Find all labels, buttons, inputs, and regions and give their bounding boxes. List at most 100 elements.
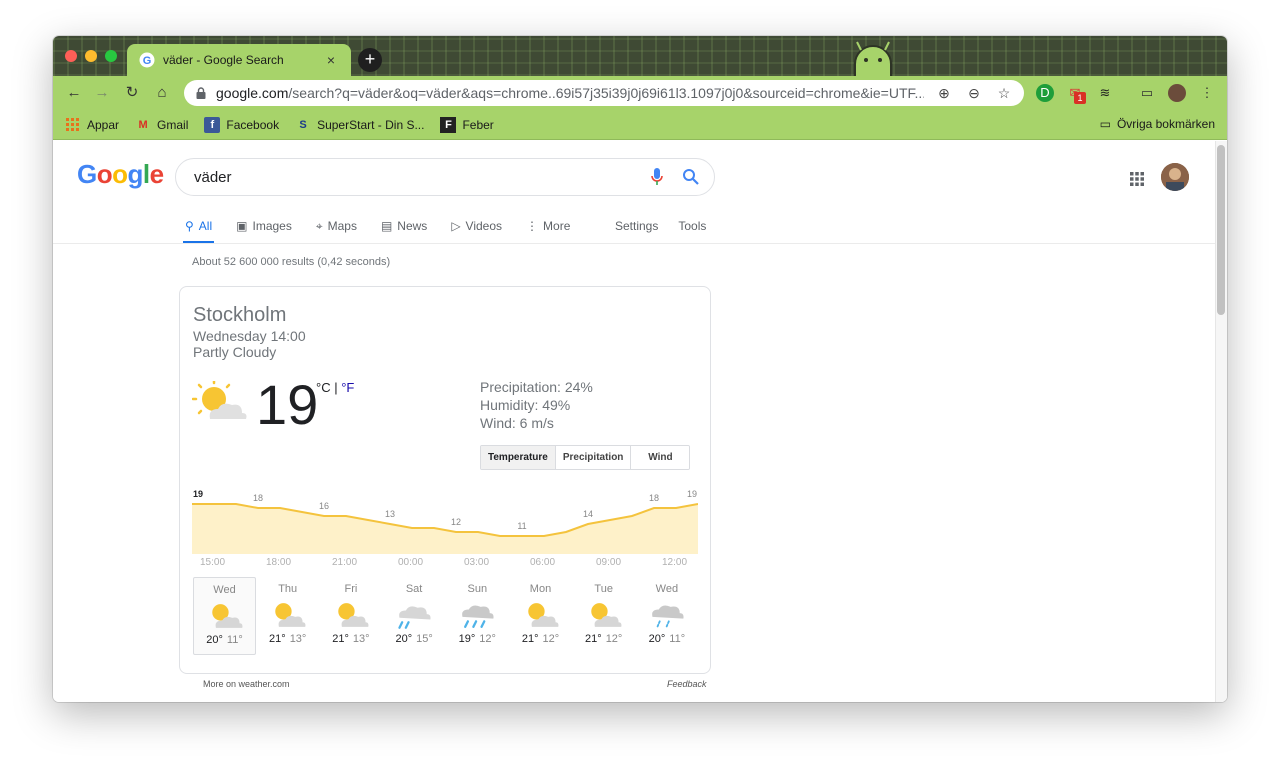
forecast-low: 12°	[542, 633, 560, 645]
scrollbar-thumb[interactable]	[1217, 145, 1225, 315]
tab-close-icon[interactable]: ×	[323, 52, 339, 68]
daily-forecast: Wed 20° 11° Thu 21° 13° Fri 21° 13° Sat 20° 15° Sun 1…	[193, 577, 699, 655]
search-icon[interactable]	[682, 168, 700, 186]
weather-time: Wednesday 14:00	[193, 328, 306, 344]
weather-details: Precipitation: 24% Humidity: 49% Wind: 6…	[480, 378, 593, 432]
hour-tick-label: 12:00	[662, 557, 688, 568]
unit-celsius[interactable]: °C	[316, 380, 331, 395]
google-favicon-icon: G	[139, 52, 155, 68]
bookmark-facebook[interactable]: f Facebook	[204, 116, 279, 133]
location-icon[interactable]: ⊕	[934, 83, 954, 103]
tab-videos[interactable]: ▷ Videos	[449, 211, 504, 241]
partly-cloudy-icon	[590, 603, 622, 627]
browser-window: G väder - Google Search × + ← → ↻ ⌂ goog…	[53, 36, 1227, 702]
forecast-day-name: Tue	[594, 583, 613, 595]
tab-more[interactable]: ⋮ More	[524, 211, 572, 241]
weather-source-link[interactable]: More on weather.com	[203, 679, 290, 689]
weather-location: Stockholm	[193, 304, 287, 326]
forecast-day[interactable]: Wed 20° 11°	[635, 577, 698, 655]
forecast-temps: 20° 15°	[383, 633, 446, 645]
bookmark-label: Appar	[87, 117, 120, 132]
maximize-window-button[interactable]	[105, 50, 117, 62]
svg-text:G: G	[143, 55, 152, 67]
temperature-button[interactable]: Temperature	[481, 446, 556, 469]
other-bookmarks[interactable]: ▭ Övriga bokmärken	[1100, 117, 1215, 131]
tools-link[interactable]: Tools	[678, 211, 706, 241]
profile-avatar-icon[interactable]	[1168, 84, 1186, 102]
search-tools: Settings Tools	[615, 211, 726, 241]
rain-icon	[462, 605, 494, 628]
reload-icon[interactable]: ↻	[121, 82, 143, 104]
back-icon[interactable]: ←	[63, 82, 85, 104]
forecast-high: 20°	[206, 634, 223, 646]
microphone-icon[interactable]	[650, 167, 664, 187]
forecast-high: 21°	[332, 633, 349, 645]
precipitation-button[interactable]: Precipitation	[555, 446, 632, 469]
minimize-window-button[interactable]	[85, 50, 97, 62]
temperature-value-label: 14	[583, 509, 593, 519]
forecast-temps: 19° 12°	[446, 633, 509, 645]
forecast-high: 20°	[648, 633, 666, 645]
wind-button[interactable]: Wind	[631, 446, 690, 469]
forecast-day[interactable]: Fri 21° 13°	[319, 577, 382, 655]
forecast-day[interactable]: Thu 21° 13°	[256, 577, 319, 655]
google-logo[interactable]: Google	[77, 159, 164, 190]
superstart-icon: S	[299, 118, 307, 131]
search-input[interactable]: väder	[175, 158, 715, 196]
forecast-low: 13°	[352, 633, 370, 645]
scrollbar-track[interactable]	[1215, 141, 1227, 702]
forecast-day[interactable]: Mon 21° 12°	[509, 577, 572, 655]
bookmark-star-icon[interactable]: ☆	[994, 83, 1014, 103]
settings-link[interactable]: Settings	[615, 211, 658, 241]
url-path: /search?q=väder&oq=väder&aqs=chrome..69i…	[288, 85, 924, 101]
home-icon[interactable]: ⌂	[151, 82, 173, 104]
bookmark-gmail[interactable]: M Gmail	[135, 117, 188, 133]
url-text[interactable]: google.com/search?q=väder&oq=väder&aqs=c…	[216, 85, 924, 101]
current-temperature: 19	[256, 373, 319, 436]
forecast-day-name: Thu	[278, 583, 298, 595]
hour-tick-label: 09:00	[596, 557, 622, 568]
tab-label: All	[198, 219, 213, 233]
tab-news[interactable]: ▤ News	[379, 211, 429, 241]
bookmark-superstart[interactable]: S SuperStart - Din S...	[295, 117, 424, 133]
forecast-day[interactable]: Wed 20° 11°	[193, 577, 256, 655]
gmail-icon: M	[138, 118, 148, 131]
google-apps-icon[interactable]	[1129, 171, 1145, 187]
temperature-value-label: 16	[319, 501, 329, 511]
forecast-day[interactable]: Sun 19° 12°	[446, 577, 509, 655]
temperature-value-label: 19	[687, 489, 697, 499]
extension-green-icon[interactable]: D	[1036, 84, 1054, 102]
news-icon: ▤	[380, 219, 393, 233]
tab-images[interactable]: ▣ Images	[234, 211, 294, 241]
bookmark-feber[interactable]: F Feber	[440, 116, 494, 133]
browser-tab[interactable]: G väder - Google Search ×	[127, 44, 351, 76]
cast-icon[interactable]: ▭	[1138, 84, 1156, 102]
account-avatar[interactable]	[1161, 163, 1189, 191]
avatar-image	[1161, 163, 1189, 191]
forecast-day[interactable]: Sat 20° 15°	[383, 577, 446, 655]
forecast-high: 20°	[395, 633, 413, 645]
close-window-button[interactable]	[65, 50, 77, 62]
humidity-text: Humidity: 49%	[480, 397, 571, 413]
partly-cloudy-icon	[192, 381, 247, 419]
new-tab-button[interactable]: +	[358, 48, 382, 72]
scattered-showers-icon	[398, 606, 431, 629]
forward-icon[interactable]: →	[91, 82, 113, 104]
tab-maps[interactable]: ⌖ Maps	[314, 211, 359, 241]
temperature-chart: 19 18 16 13 12 11 14 18 19	[192, 489, 698, 554]
browser-menu-icon[interactable]: ⋮	[1198, 84, 1216, 102]
feedback-link[interactable]: Feedback	[667, 679, 707, 689]
layers-extension-icon[interactable]: ≋	[1096, 84, 1114, 102]
address-bar[interactable]: google.com/search?q=väder&oq=väder&aqs=c…	[184, 80, 1024, 106]
unit-fahrenheit[interactable]: °F	[341, 380, 354, 395]
forecast-low: 11°	[669, 633, 686, 645]
zoom-icon[interactable]: ⊖	[964, 83, 984, 103]
bookmark-appar[interactable]: Appar	[65, 117, 119, 133]
tab-all[interactable]: ⚲ All	[183, 211, 215, 244]
forecast-day[interactable]: Tue 21° 12°	[572, 577, 635, 655]
temperature-value-label: 13	[385, 509, 395, 519]
wind-text: Wind: 6 m/s	[480, 415, 554, 431]
unit-toggle: °C | °F	[316, 380, 354, 395]
forecast-temps: 21° 12°	[572, 633, 635, 645]
search-query[interactable]: väder	[194, 169, 650, 186]
